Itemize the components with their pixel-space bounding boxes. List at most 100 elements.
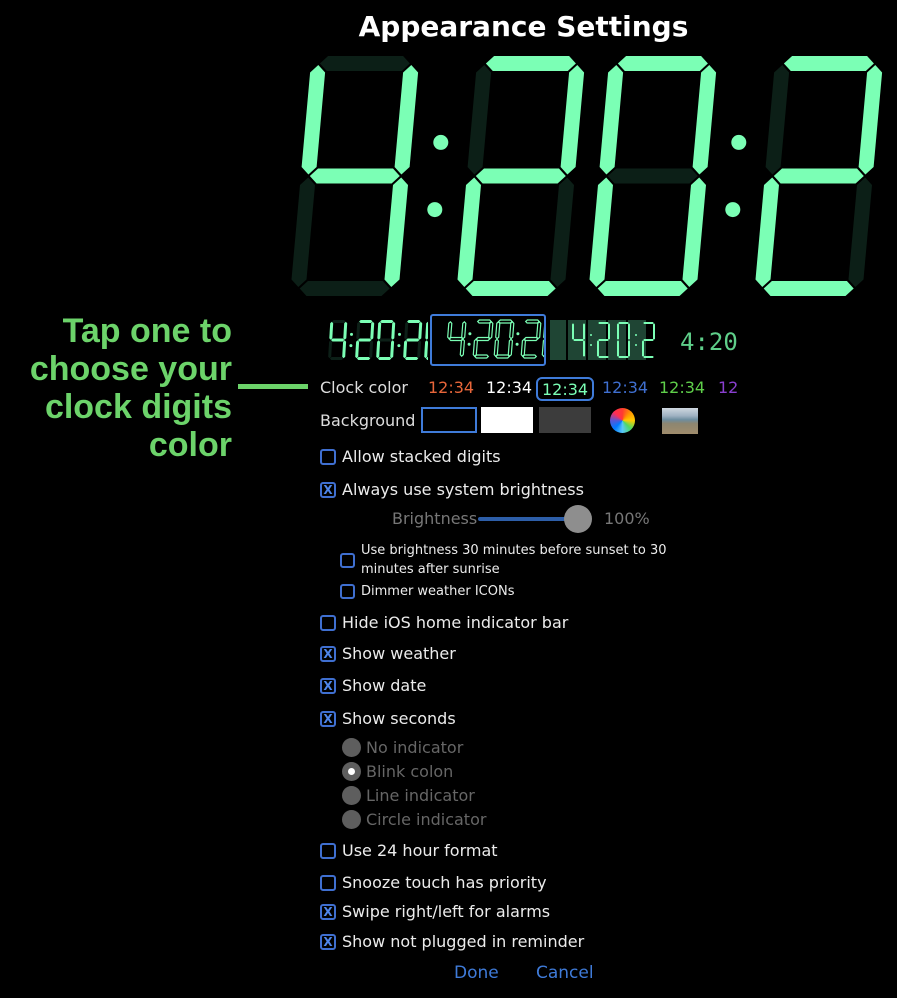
background-option-color-wheel[interactable]: [610, 408, 635, 433]
checkbox-icon: X: [320, 710, 336, 727]
large-clock-segment: [465, 281, 556, 296]
large-clock-segment: [607, 168, 698, 184]
style-classic-segment: [331, 338, 345, 342]
swipe-alarms-checkbox[interactable]: X Swipe right/left for alarms: [320, 902, 550, 921]
large-clock-colon-dot: [433, 134, 449, 150]
background-option-white[interactable]: [481, 407, 533, 433]
large-clock-segment: [589, 177, 613, 287]
style-tiles-colon-dot: [590, 344, 592, 346]
background-option-photo[interactable]: [662, 408, 698, 434]
dimmer-weather-icons-checkbox[interactable]: Dimmer weather ICONs: [340, 584, 514, 599]
large-clock-segment: [765, 65, 790, 175]
show-weather-checkbox[interactable]: X Show weather: [320, 644, 456, 663]
background-option-dark-gray[interactable]: [539, 407, 591, 433]
clock-color-label: Clock color: [320, 378, 408, 397]
style-tiles-segment: [598, 356, 609, 358]
style-classic-segment: [404, 321, 409, 340]
style-tiles-segment: [583, 323, 585, 340]
brightness-slider-thumb[interactable]: [564, 505, 592, 533]
checkbox-label-line: Use brightness 30 minutes before sunset …: [361, 543, 667, 558]
background-option-black[interactable]: [421, 407, 477, 433]
show-seconds-checkbox[interactable]: X Show seconds: [320, 709, 456, 728]
sunset-brightness-checkbox[interactable]: Use brightness 30 minutes before sunset …: [340, 541, 667, 579]
style-tiles-segment: [572, 323, 574, 340]
clock-style-option-classic[interactable]: [326, 314, 428, 366]
radio-icon: [342, 810, 361, 829]
style-classic-colon-dot: [398, 332, 401, 336]
large-clock-segment: [299, 281, 390, 296]
cancel-button[interactable]: Cancel: [536, 963, 594, 983]
style-tiles-segment: [617, 340, 619, 357]
page-title: Appearance Settings: [358, 10, 689, 43]
checkbox-label: Hide iOS home indicator bar: [342, 613, 569, 632]
style-classic-segment: [424, 340, 428, 359]
radio-line-indicator[interactable]: Line indicator: [342, 786, 475, 805]
style-classic-segment: [359, 320, 373, 323]
checkbox-label-line: minutes after sunrise: [361, 562, 500, 577]
large-clock-segment: [457, 177, 481, 287]
done-button[interactable]: Done: [454, 963, 499, 983]
style-tiles-segment: [643, 339, 654, 341]
brightness-slider-track[interactable]: [478, 517, 578, 521]
clock-style-option-tiles[interactable]: [550, 314, 660, 366]
style-classic-segment: [377, 357, 392, 360]
style-classic-segment: [425, 321, 428, 340]
checkbox-label: Swipe right/left for alarms: [342, 902, 551, 921]
clock-color-option[interactable]: 12:34: [655, 377, 709, 401]
style-tiles-segment: [628, 323, 630, 340]
show-date-checkbox[interactable]: X Show date: [320, 676, 426, 695]
style-tiles-colon-dot: [590, 334, 592, 336]
style-outline-segment: [497, 319, 513, 324]
style-tiles-segment: [598, 339, 609, 341]
style-outline-colon-dot: [516, 332, 520, 336]
large-clock-segment: [858, 65, 883, 175]
checkbox-label: Use 24 hour format: [342, 841, 498, 860]
style-classic-colon-dot: [397, 344, 401, 348]
radio-no-indicator[interactable]: No indicator: [342, 738, 463, 757]
annotation-line: Tap one to: [62, 312, 232, 350]
snooze-touch-priority-checkbox[interactable]: Snooze touch has priority: [320, 873, 547, 892]
style-classic-segment: [377, 321, 382, 340]
radio-blink-colon[interactable]: Blink colon: [342, 762, 453, 781]
clock-style-option-outline[interactable]: [430, 314, 546, 366]
large-clock-segment: [467, 65, 492, 175]
style-classic-segment: [369, 340, 374, 359]
use-24-hour-checkbox[interactable]: Use 24 hour format: [320, 841, 498, 860]
not-plugged-reminder-checkbox[interactable]: X Show not plugged in reminder: [320, 932, 584, 951]
style-classic-segment: [418, 321, 423, 340]
large-clock-segment: [485, 56, 576, 71]
checkbox-icon: [320, 448, 336, 465]
style-outline-colon-dot: [515, 342, 519, 346]
style-classic-segment: [391, 321, 396, 340]
style-classic-segment: [417, 340, 422, 359]
radio-icon: [342, 762, 361, 781]
clock-color-option[interactable]: 12:34: [482, 377, 536, 401]
style-tiles-segment: [618, 322, 629, 324]
annotation-line: clock digits: [44, 388, 232, 426]
checkbox-label: Show seconds: [342, 709, 456, 728]
style-classic-segment: [390, 340, 395, 359]
style-classic-segment: [329, 321, 334, 340]
style-outline-segment: [523, 336, 539, 342]
hide-home-indicator-checkbox[interactable]: Hide iOS home indicator bar: [320, 613, 568, 632]
style-tiles-segment: [642, 340, 644, 357]
style-tiles-colon-dot: [635, 344, 637, 346]
style-tiles-segment: [653, 323, 655, 340]
style-classic-segment: [356, 357, 371, 360]
background-label: Background: [320, 411, 416, 430]
allow-stacked-digits-checkbox[interactable]: Allow stacked digits: [320, 447, 501, 466]
clock-color-option[interactable]: 12:34: [424, 377, 478, 401]
checkbox-icon: [340, 552, 355, 568]
clock-color-option[interactable]: 12:34: [536, 377, 595, 401]
radio-circle-indicator[interactable]: Circle indicator: [342, 810, 486, 829]
large-clock-segment: [384, 177, 408, 287]
clock-color-option[interactable]: 12:34: [598, 377, 652, 401]
always-system-brightness-checkbox[interactable]: X Always use system brightness: [320, 480, 584, 499]
clock-style-option-dot-matrix[interactable]: 4:20: [678, 314, 738, 366]
style-outline-segment: [461, 320, 467, 340]
style-classic-segment: [355, 340, 360, 359]
checkbox-label: Always use system brightness: [342, 480, 584, 499]
large-clock-segment: [550, 177, 574, 287]
annotation-pointer-line: [238, 384, 308, 389]
clock-color-option[interactable]: 12: [714, 377, 742, 401]
